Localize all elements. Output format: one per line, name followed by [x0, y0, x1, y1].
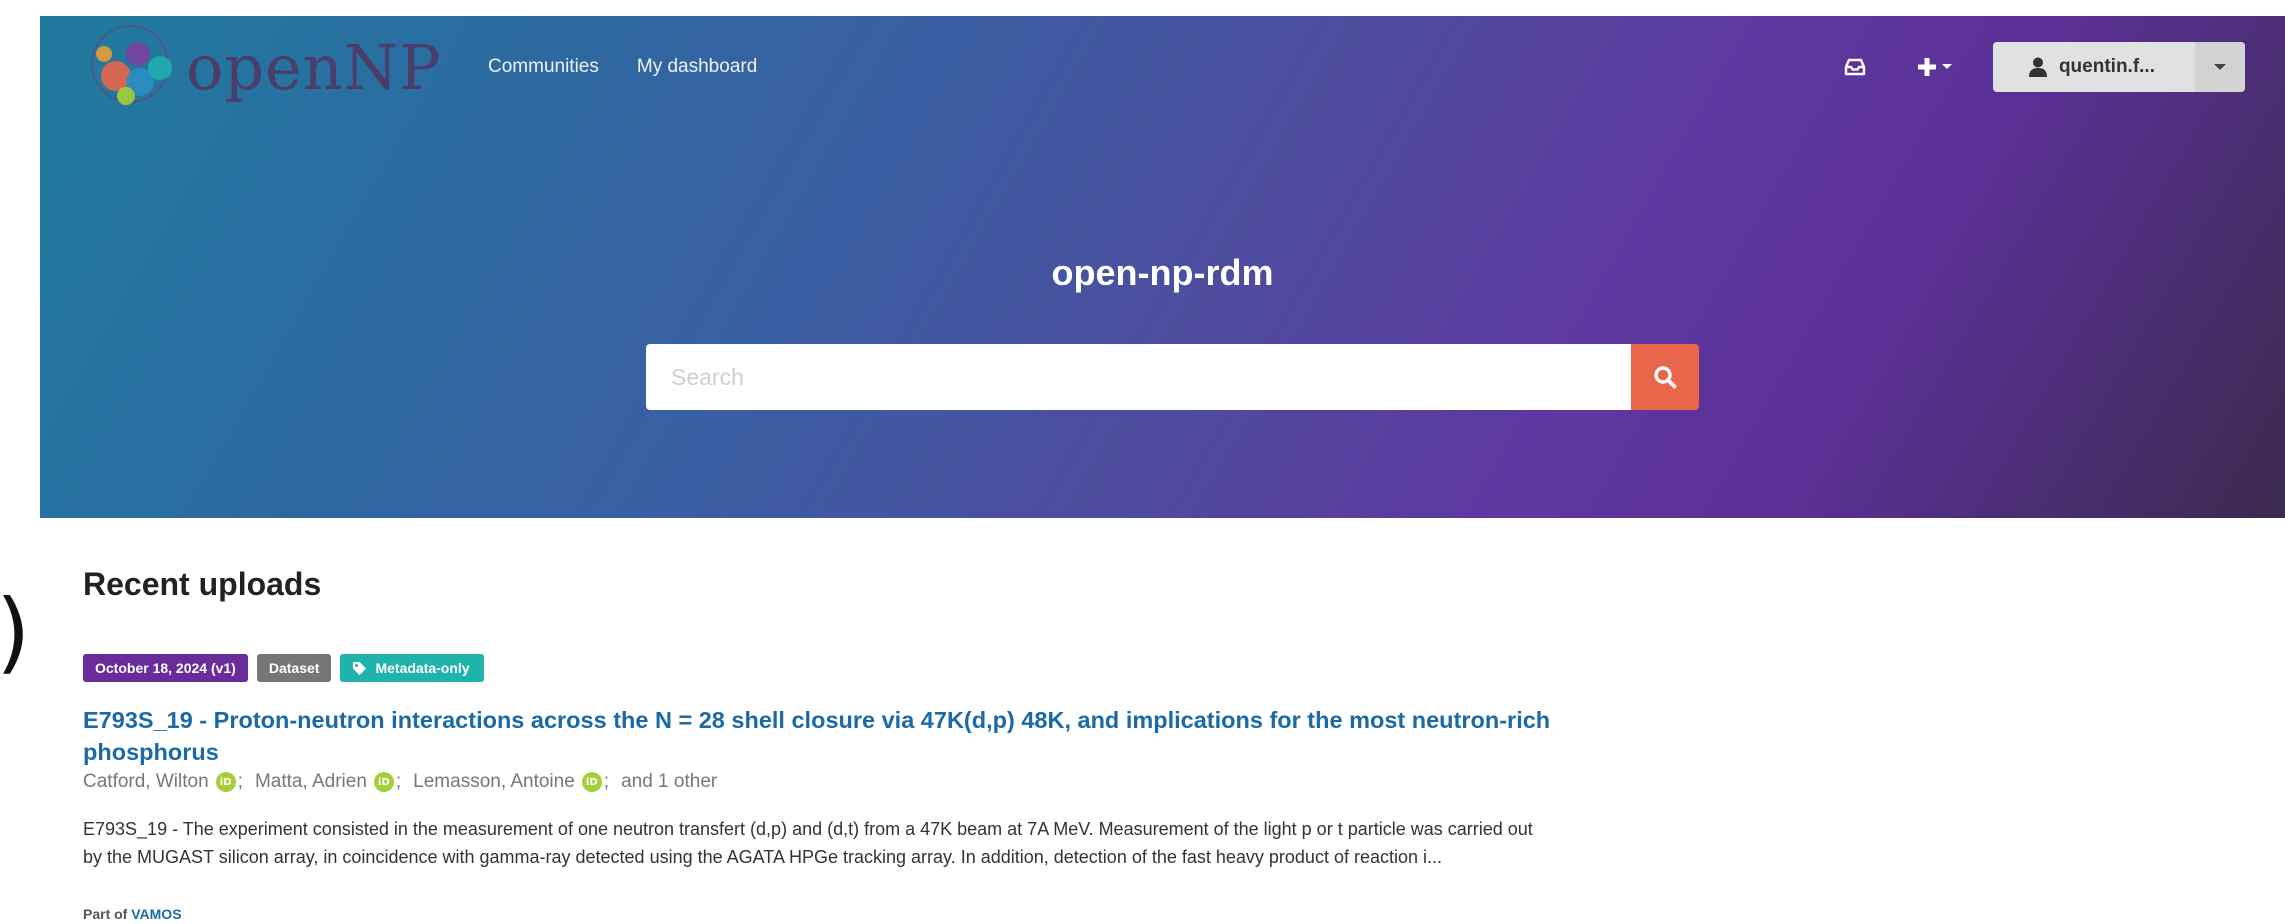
- resource-type-badge: Dataset: [256, 654, 332, 682]
- orcid-icon[interactable]: iD: [373, 772, 394, 792]
- record-creators: Catford, Wilton iD ; Matta, Adrien iD ; …: [83, 771, 717, 793]
- access-badge-label: Metadata-only: [375, 660, 470, 676]
- creator-separator: ;: [395, 771, 402, 792]
- community-info: Part of VAMOS: [83, 906, 182, 922]
- access-badge: Metadata-only: [340, 654, 484, 682]
- logo-text: openNP: [186, 31, 442, 104]
- inbox-button[interactable]: [1833, 45, 1877, 89]
- search-bar: [646, 344, 1699, 410]
- header-actions: quentin.f...: [1833, 42, 2245, 92]
- nav-my-dashboard[interactable]: My dashboard: [637, 56, 757, 78]
- opennp-logo-icon: [91, 25, 172, 105]
- date-badge: October 18, 2024 (v1): [83, 654, 248, 682]
- creator-name: Catford, Wilton: [83, 771, 209, 792]
- nav-communities[interactable]: Communities: [488, 56, 599, 78]
- caret-down-icon: [2214, 64, 2226, 70]
- creator-link[interactable]: Matta, Adrien iD: [255, 771, 394, 793]
- creator-link[interactable]: Lemasson, Antoine iD: [413, 771, 602, 793]
- user-name: quentin.f...: [2058, 56, 2155, 77]
- record-title-link[interactable]: E793S_19 - Proton-neutron interactions a…: [83, 704, 1573, 768]
- page-title: open-np-rdm: [1051, 252, 1274, 293]
- more-creators-text: and 1 other: [621, 771, 718, 792]
- creator-separator: ;: [237, 771, 243, 792]
- part-of-label: Part of: [83, 906, 128, 922]
- creator-name: Lemasson, Antoine: [413, 771, 575, 792]
- user-menu-button[interactable]: quentin.f...: [1992, 42, 2245, 92]
- user-menu-main[interactable]: quentin.f...: [1993, 42, 2195, 92]
- search-input[interactable]: [646, 344, 1631, 410]
- user-menu-dropdown[interactable]: [2195, 42, 2245, 92]
- recent-uploads-heading: Recent uploads: [83, 566, 322, 602]
- search-icon: [1654, 366, 1677, 389]
- search-button[interactable]: [1631, 344, 1699, 410]
- orcid-icon[interactable]: iD: [215, 772, 236, 792]
- logo[interactable]: openNP: [82, 20, 441, 116]
- record-badges: October 18, 2024 (v1) Dataset Metadata-o…: [83, 654, 484, 682]
- inbox-icon: [1844, 58, 1866, 76]
- create-menu-button[interactable]: [1913, 45, 1957, 89]
- creator-name: Matta, Adrien: [254, 771, 367, 792]
- caret-down-icon: [1941, 64, 1952, 69]
- user-icon: [2028, 57, 2047, 77]
- plus-icon: [1917, 58, 1936, 76]
- header-hero: openNP Communities My dashboard quentin.…: [40, 16, 2285, 518]
- tag-icon: [353, 661, 367, 675]
- main-nav: Communities My dashboard: [488, 56, 757, 78]
- community-link[interactable]: VAMOS: [131, 906, 181, 922]
- orcid-icon[interactable]: iD: [581, 772, 602, 792]
- record-description: E793S_19 - The experiment consisted in t…: [83, 819, 1533, 867]
- stray-parenthesis: ): [0, 588, 30, 676]
- creator-link[interactable]: Catford, Wilton iD: [83, 771, 236, 793]
- creator-separator: ;: [603, 771, 610, 792]
